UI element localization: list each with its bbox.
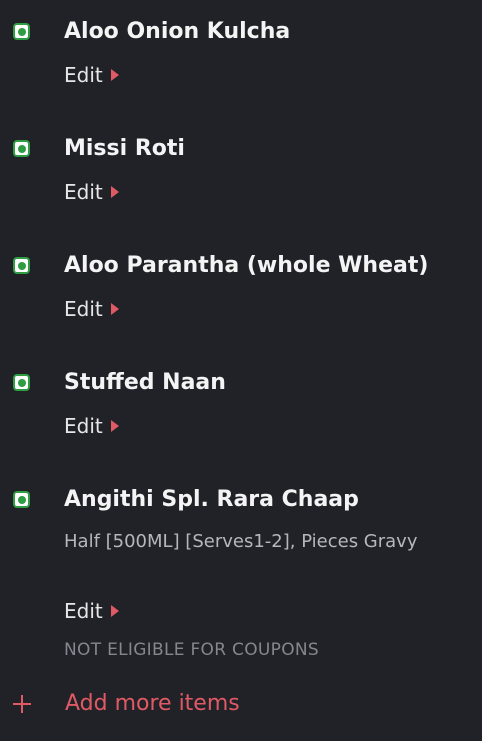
item-name: Aloo Onion Kulcha <box>64 19 291 44</box>
veg-indicator-icon <box>13 491 30 508</box>
add-more-items-label: Add more items <box>65 691 240 716</box>
veg-indicator-icon <box>13 140 30 157</box>
edit-label: Edit <box>64 180 103 204</box>
edit-button[interactable]: Edit <box>64 598 119 624</box>
item-customization: Half [500ML] [Serves1-2], Pieces Gravy <box>64 531 418 552</box>
coupon-ineligible-note: NOT ELIGIBLE FOR COUPONS <box>64 640 319 660</box>
item-name: Angithi Spl. Rara Chaap <box>64 487 359 512</box>
caret-right-icon <box>110 605 119 617</box>
edit-label: Edit <box>64 414 103 438</box>
caret-right-icon <box>110 69 119 81</box>
caret-right-icon <box>110 420 119 432</box>
item-name: Stuffed Naan <box>64 370 226 395</box>
edit-button[interactable]: Edit <box>64 413 119 439</box>
edit-button[interactable]: Edit <box>64 296 119 322</box>
veg-indicator-icon <box>13 374 30 391</box>
plus-icon <box>12 694 32 714</box>
add-more-items-button[interactable]: Add more items <box>12 689 240 719</box>
caret-right-icon <box>110 186 119 198</box>
veg-indicator-icon <box>13 23 30 40</box>
caret-right-icon <box>110 303 119 315</box>
edit-label: Edit <box>64 599 103 623</box>
item-name: Missi Roti <box>64 136 185 161</box>
edit-label: Edit <box>64 297 103 321</box>
edit-label: Edit <box>64 63 103 87</box>
item-name: Aloo Parantha (whole Wheat) <box>64 253 429 278</box>
veg-indicator-icon <box>13 257 30 274</box>
edit-button[interactable]: Edit <box>64 62 119 88</box>
edit-button[interactable]: Edit <box>64 179 119 205</box>
